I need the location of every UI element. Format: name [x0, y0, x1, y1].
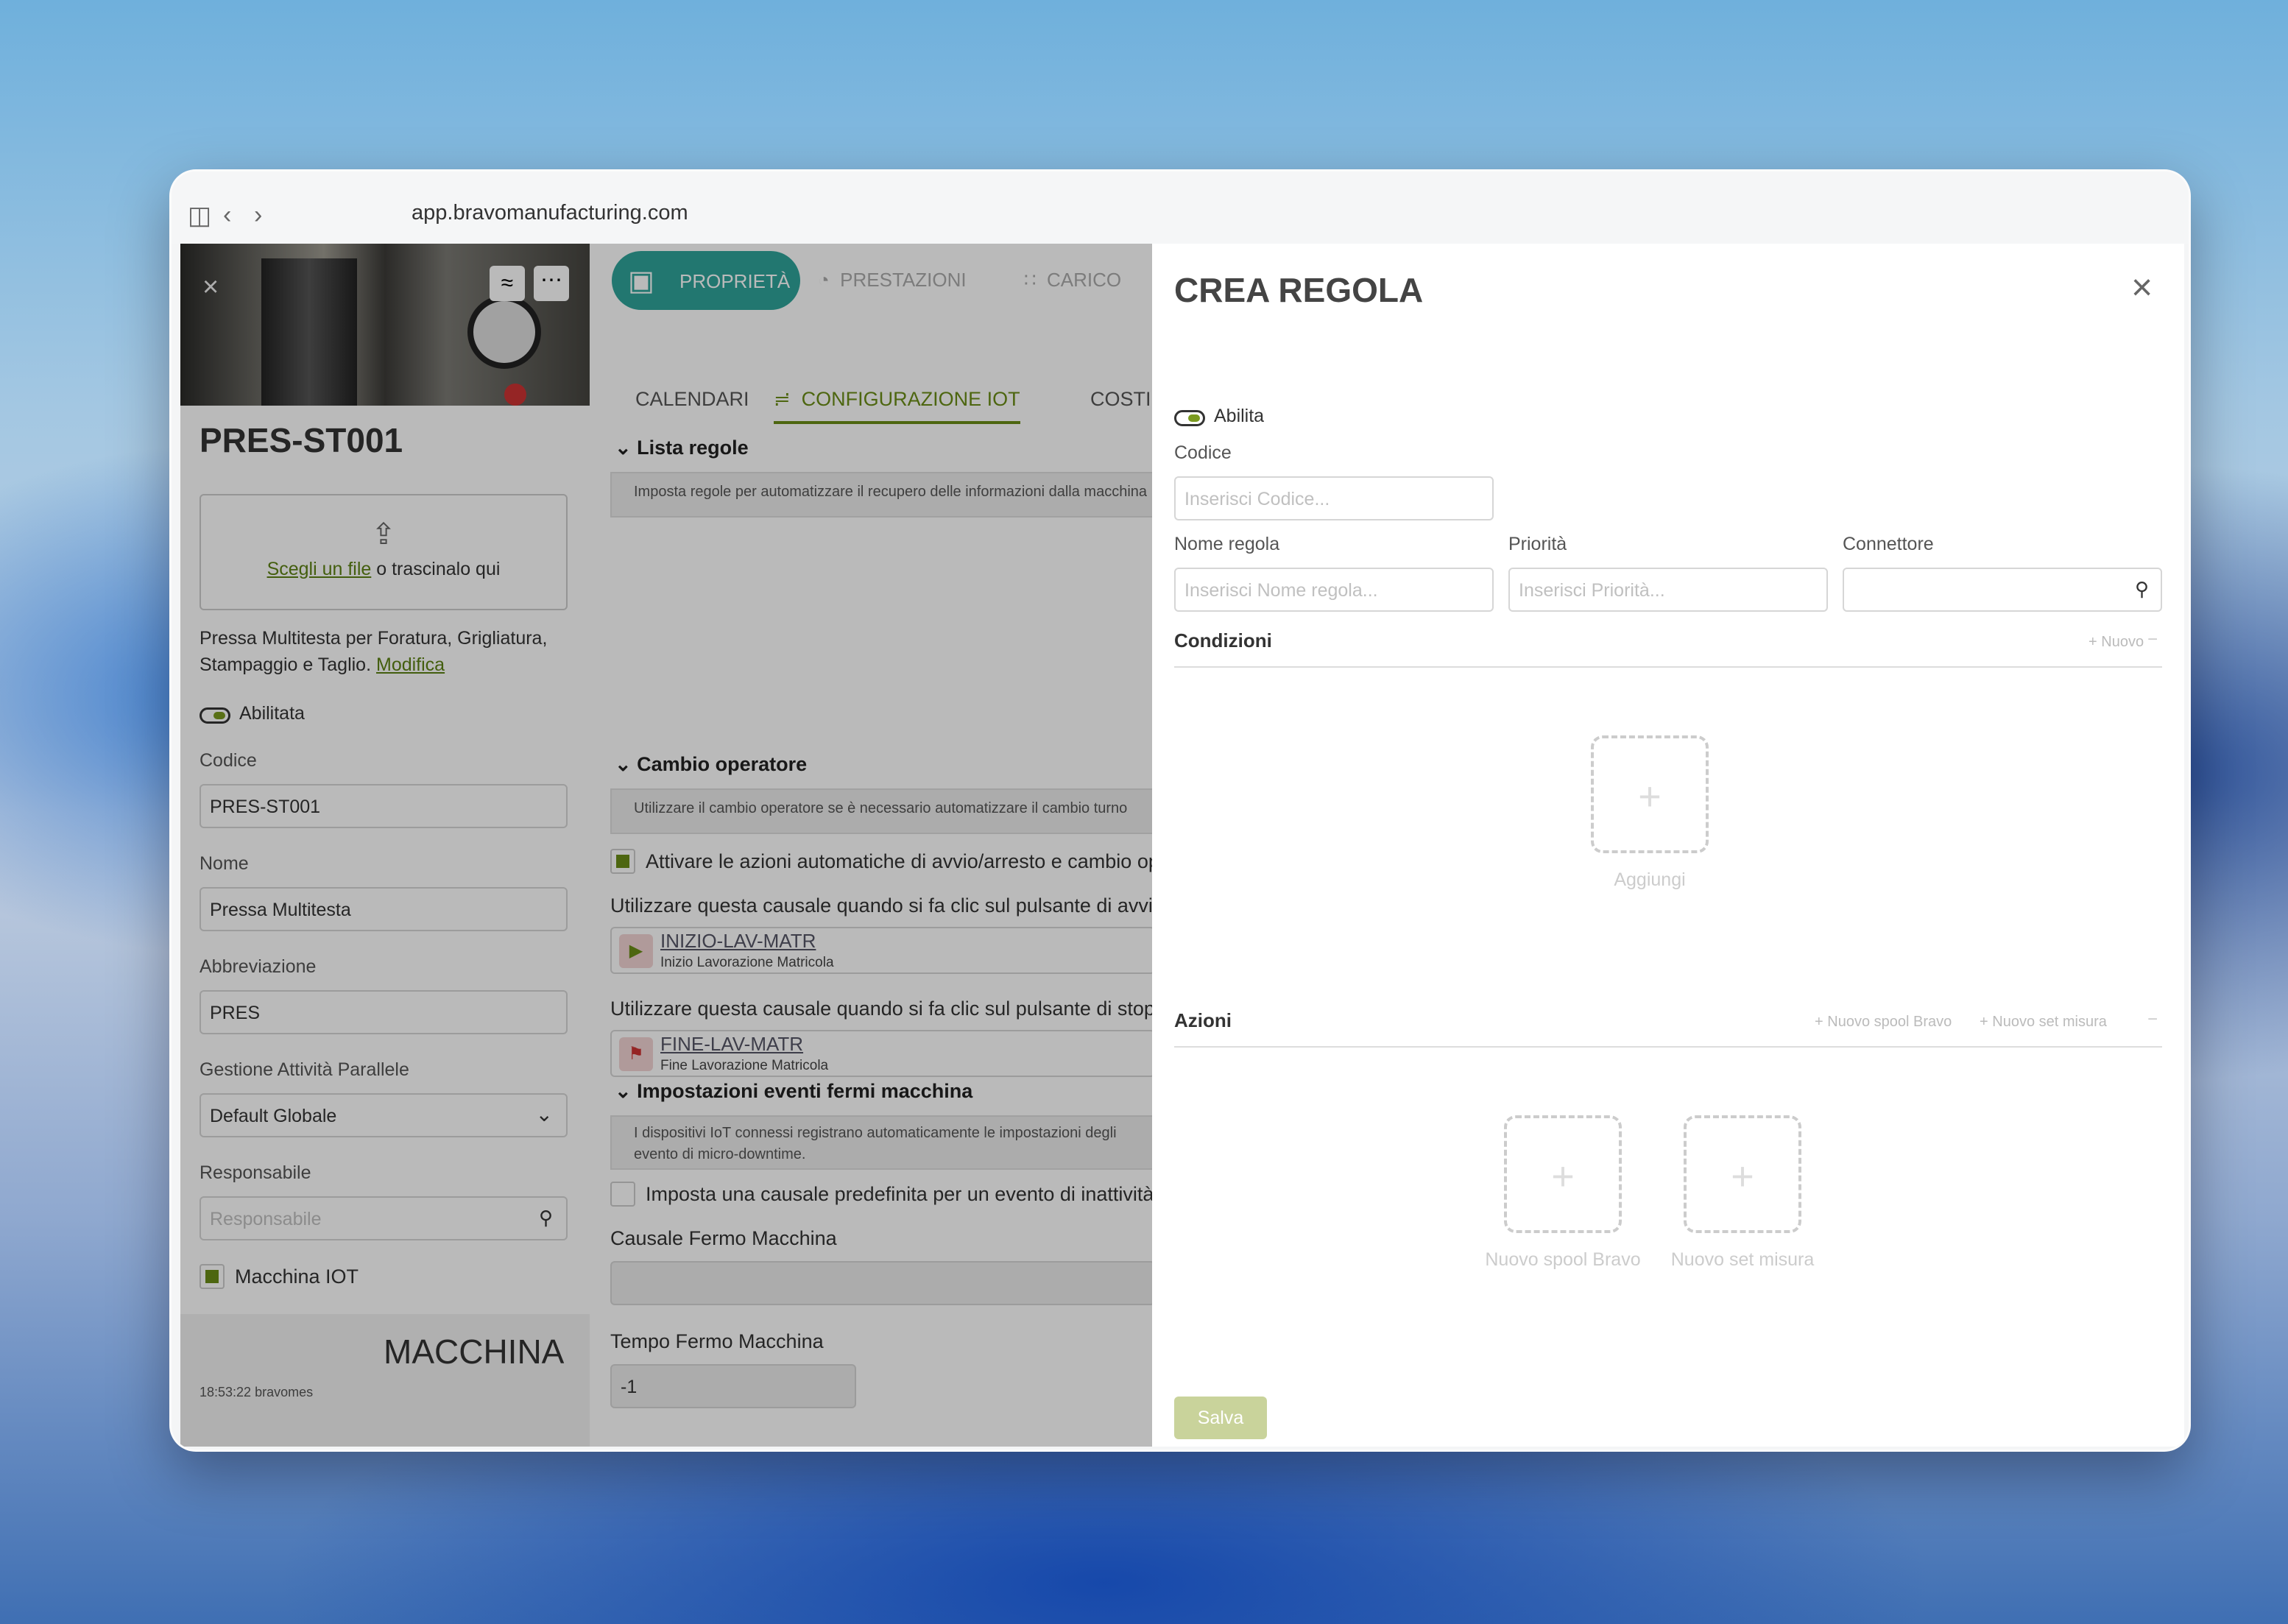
new-set-label: Nuovo set misura: [1670, 1249, 1815, 1270]
modal-overlay[interactable]: [180, 244, 1152, 1447]
add-condition-label: Aggiungi: [1614, 869, 1686, 890]
rule-name-input[interactable]: Inserisci Nome regola...: [1174, 568, 1494, 612]
connector-input[interactable]: ⚲: [1843, 568, 2162, 612]
enable-toggle[interactable]: [1174, 410, 1205, 426]
add-condition-button[interactable]: [1591, 735, 1709, 853]
minus-icon[interactable]: −: [2147, 629, 2158, 650]
forward-icon[interactable]: ›: [254, 201, 262, 230]
conditions-new-button[interactable]: + Nuovo: [2088, 634, 2144, 651]
new-spool-label: Nuovo spool Bravo: [1485, 1249, 1641, 1270]
save-button[interactable]: Salva: [1174, 1397, 1267, 1439]
rule-code-placeholder: Inserisci Codice...: [1184, 489, 1330, 509]
minus-icon[interactable]: −: [2147, 1009, 2158, 1030]
browser-toolbar: ◫ ‹ › app.bravomanufacturing.com: [172, 172, 2189, 244]
priority-placeholder: Inserisci Priorità...: [1519, 580, 1665, 601]
app-content: × ≈ ⋯ PRES-ST001 ⇪ Scegli un file o tras…: [180, 244, 2184, 1447]
rule-code-label: Codice: [1174, 442, 1232, 463]
conditions-divider: [1174, 666, 2162, 668]
new-spool-header-label: Nuovo spool Bravo: [1827, 1014, 1952, 1030]
priority-input[interactable]: Inserisci Priorità...: [1508, 568, 1828, 612]
new-spool-button[interactable]: [1504, 1115, 1622, 1233]
conditions-title: Condizioni: [1174, 629, 1272, 652]
close-icon[interactable]: ×: [2131, 266, 2153, 308]
actions-divider: [1174, 1046, 2162, 1048]
back-icon[interactable]: ‹: [223, 201, 231, 230]
rule-code-input[interactable]: Inserisci Codice...: [1174, 476, 1494, 520]
connector-label: Connettore: [1843, 534, 1934, 554]
dialog-title: CREA REGOLA: [1174, 271, 1424, 309]
new-set-button[interactable]: [1684, 1115, 1801, 1233]
new-set-header-button[interactable]: + Nuovo set misura: [1980, 1014, 2107, 1031]
search-icon: ⚲: [2134, 578, 2149, 600]
conditions-new-label: Nuovo: [2101, 634, 2144, 650]
new-spool-header-button[interactable]: + Nuovo spool Bravo: [1815, 1014, 1952, 1031]
new-set-header-label: Nuovo set misura: [1992, 1014, 2107, 1030]
actions-title: Azioni: [1174, 1009, 1232, 1031]
address-bar[interactable]: app.bravomanufacturing.com: [412, 201, 688, 225]
create-rule-dialog: CREA REGOLA × Abilita Codice Inserisci C…: [1152, 244, 2184, 1447]
rule-name-label: Nome regola: [1174, 534, 1280, 554]
rule-name-placeholder: Inserisci Nome regola...: [1184, 580, 1378, 601]
priority-label: Priorità: [1508, 534, 1567, 554]
enable-label: Abilita: [1214, 406, 1265, 426]
plus-icon: +: [1815, 1014, 1823, 1030]
plus-icon: +: [2088, 634, 2097, 650]
sidebar-toggle-icon[interactable]: ◫: [188, 201, 211, 230]
browser-window: ◫ ‹ › app.bravomanufacturing.com × ≈ ⋯ P…: [169, 169, 2191, 1452]
plus-icon: +: [1980, 1014, 1988, 1030]
